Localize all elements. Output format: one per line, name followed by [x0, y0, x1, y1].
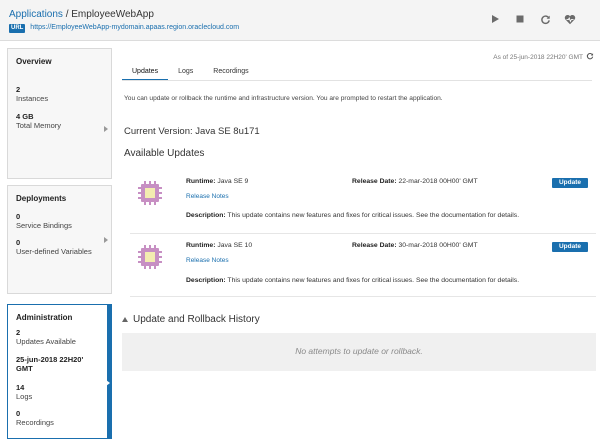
breadcrumb: Applications / EmployeeWebApp [9, 9, 154, 20]
release-notes-link[interactable]: Release Notes [186, 257, 229, 264]
description-field: Description: This update contains new fe… [186, 277, 520, 284]
overview-card[interactable]: Overview 2 Instances 4 GB Total Memory [7, 48, 112, 179]
breadcrumb-separator: / [65, 9, 69, 20]
history-title: Update and Rollback History [133, 314, 260, 325]
current-version: Current Version: Java SE 8u171 [124, 126, 260, 137]
update-button[interactable]: Update [552, 242, 588, 252]
user-variables-value: 0 [16, 238, 21, 247]
service-bindings-label: Service Bindings [16, 221, 72, 230]
overview-title: Overview [16, 57, 52, 66]
intro-text: You can update or rollback the runtime a… [124, 95, 443, 102]
tab-recordings[interactable]: Recordings [203, 66, 258, 81]
chevron-right-icon [106, 380, 110, 386]
recordings-value: 0 [16, 409, 21, 418]
description-value: This update contains new features and fi… [227, 212, 520, 219]
release-date-value: 30-mar-2018 00H00' GMT [398, 242, 478, 249]
play-icon[interactable] [489, 13, 501, 25]
recordings-label: Recordings [16, 418, 54, 427]
memory-label: Total Memory [16, 121, 62, 130]
logs-value: 14 [16, 383, 25, 392]
description-field: Description: This update contains new fe… [186, 212, 520, 219]
runtime-field: Runtime: Java SE 10 [186, 242, 253, 249]
breadcrumb-app-name: EmployeeWebApp [71, 9, 154, 20]
runtime-value: Java SE 9 [217, 178, 249, 185]
runtime-chip-icon [138, 181, 162, 205]
tab-divider [122, 80, 592, 81]
instances-label: Instances [16, 94, 49, 103]
chevron-right-icon [104, 126, 108, 132]
release-date-field: Release Date: 30-mar-2018 00H00' GMT [352, 242, 478, 249]
updates-available-label: Updates Available [16, 337, 76, 346]
update-button[interactable]: Update [552, 178, 588, 188]
deployments-title: Deployments [16, 194, 67, 203]
history-panel: No attempts to update or rollback. [122, 333, 596, 371]
release-notes-link[interactable]: Release Notes [186, 193, 229, 200]
runtime-value: Java SE 10 [217, 242, 253, 249]
available-updates-heading: Available Updates [124, 148, 205, 159]
collapse-triangle-icon[interactable] [122, 317, 128, 322]
as-of-text: As of 25-jun-2018 22H20' GMT [493, 53, 583, 61]
update-divider [130, 296, 596, 297]
history-section-header[interactable]: Update and Rollback History [122, 314, 260, 325]
administration-card[interactable]: Administration 2 Updates Available 25-ju… [7, 304, 112, 439]
update-item: Runtime: Java SE 9 Release Date: 22-mar-… [130, 176, 596, 234]
app-actions [489, 13, 576, 25]
admin-date-line1: 25-jun-2018 22H20' [16, 355, 84, 364]
chevron-right-icon [104, 237, 108, 243]
app-url-row: URL https://EmployeeWebApp-mydomain.apaa… [9, 24, 239, 33]
breadcrumb-applications-link[interactable]: Applications [9, 9, 63, 20]
runtime-field: Runtime: Java SE 9 [186, 178, 249, 185]
deployments-card[interactable]: Deployments 0 Service Bindings 0 User-de… [7, 185, 112, 294]
stop-icon[interactable] [514, 13, 526, 25]
tab-bar: Updates Logs Recordings [122, 66, 259, 81]
update-item: Runtime: Java SE 10 Release Date: 30-mar… [130, 240, 596, 298]
refresh-icon[interactable] [586, 52, 594, 62]
health-icon[interactable] [564, 13, 576, 25]
tab-updates[interactable]: Updates [122, 66, 169, 81]
restart-icon[interactable] [539, 13, 551, 25]
user-variables-label: User-defined Variables [16, 247, 92, 256]
memory-value: 4 GB [16, 112, 34, 121]
url-badge: URL [9, 24, 26, 33]
logs-label: Logs [16, 392, 33, 401]
service-bindings-value: 0 [16, 212, 21, 221]
history-empty-message: No attempts to update or rollback. [295, 346, 423, 356]
app-header: Applications / EmployeeWebApp URL https:… [0, 0, 600, 41]
administration-title: Administration [16, 313, 73, 322]
as-of-timestamp: As of 25-jun-2018 22H20' GMT [493, 52, 594, 62]
runtime-chip-icon [138, 245, 162, 269]
instances-value: 2 [16, 85, 21, 94]
tab-logs[interactable]: Logs [168, 66, 203, 81]
update-divider [130, 233, 596, 234]
updates-available-value: 2 [16, 328, 21, 337]
admin-date-line2: GMT [16, 364, 33, 373]
app-url-link[interactable]: https://EmployeeWebApp-mydomain.apaas.re… [30, 24, 239, 31]
release-date-field: Release Date: 22-mar-2018 00H00' GMT [352, 178, 478, 185]
description-value: This update contains new features and fi… [227, 277, 520, 284]
release-date-value: 22-mar-2018 00H00' GMT [398, 178, 478, 185]
